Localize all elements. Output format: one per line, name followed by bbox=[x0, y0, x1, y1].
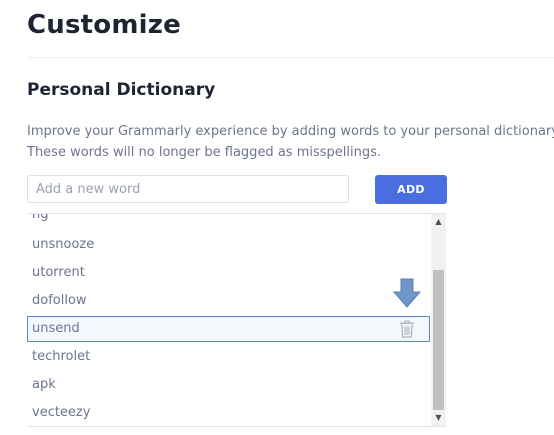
word-list-item[interactable]: apk bbox=[27, 372, 430, 398]
word-label: apk bbox=[32, 377, 56, 392]
dictionary-word-list[interactable]: ng unsnooze utorrent dofollow unsend tec… bbox=[27, 213, 447, 427]
word-label: ng bbox=[32, 214, 49, 222]
word-list-item[interactable]: ng bbox=[27, 214, 430, 228]
add-word-button[interactable]: ADD bbox=[375, 175, 447, 204]
scroll-up-arrow-icon[interactable]: ▲ bbox=[431, 214, 446, 230]
list-scrollbar[interactable]: ▲ ▼ bbox=[431, 214, 446, 426]
description-line-1: Improve your Grammarly experience by add… bbox=[27, 124, 554, 139]
word-label: techrolet bbox=[32, 349, 91, 364]
word-list-item[interactable]: techrolet bbox=[27, 344, 430, 370]
word-label: vecteezy bbox=[32, 405, 91, 420]
word-list-item[interactable]: utorrent bbox=[27, 260, 430, 286]
word-list-item[interactable]: unsnooze bbox=[27, 232, 430, 258]
word-list-item[interactable]: vecteezy bbox=[27, 400, 430, 426]
word-list-item-selected[interactable]: unsend bbox=[27, 316, 430, 342]
word-label: dofollow bbox=[32, 293, 87, 308]
description-line-2: These words will no longer be flagged as… bbox=[27, 145, 381, 160]
page-title: Customize bbox=[27, 10, 181, 40]
word-label: unsend bbox=[32, 321, 80, 336]
section-description: Improve your Grammarly experience by add… bbox=[27, 121, 554, 163]
scrollbar-thumb[interactable] bbox=[433, 270, 444, 410]
word-label: unsnooze bbox=[32, 237, 95, 252]
word-list-item[interactable]: dofollow bbox=[27, 288, 430, 314]
add-word-input[interactable] bbox=[27, 175, 349, 203]
scroll-down-arrow-icon[interactable]: ▼ bbox=[431, 410, 446, 426]
word-label: utorrent bbox=[32, 265, 85, 280]
trash-icon[interactable] bbox=[399, 320, 415, 338]
title-divider bbox=[27, 57, 554, 58]
section-title: Personal Dictionary bbox=[27, 80, 216, 100]
word-list-viewport: ng unsnooze utorrent dofollow unsend tec… bbox=[27, 214, 430, 426]
arrow-down-icon bbox=[393, 278, 421, 308]
